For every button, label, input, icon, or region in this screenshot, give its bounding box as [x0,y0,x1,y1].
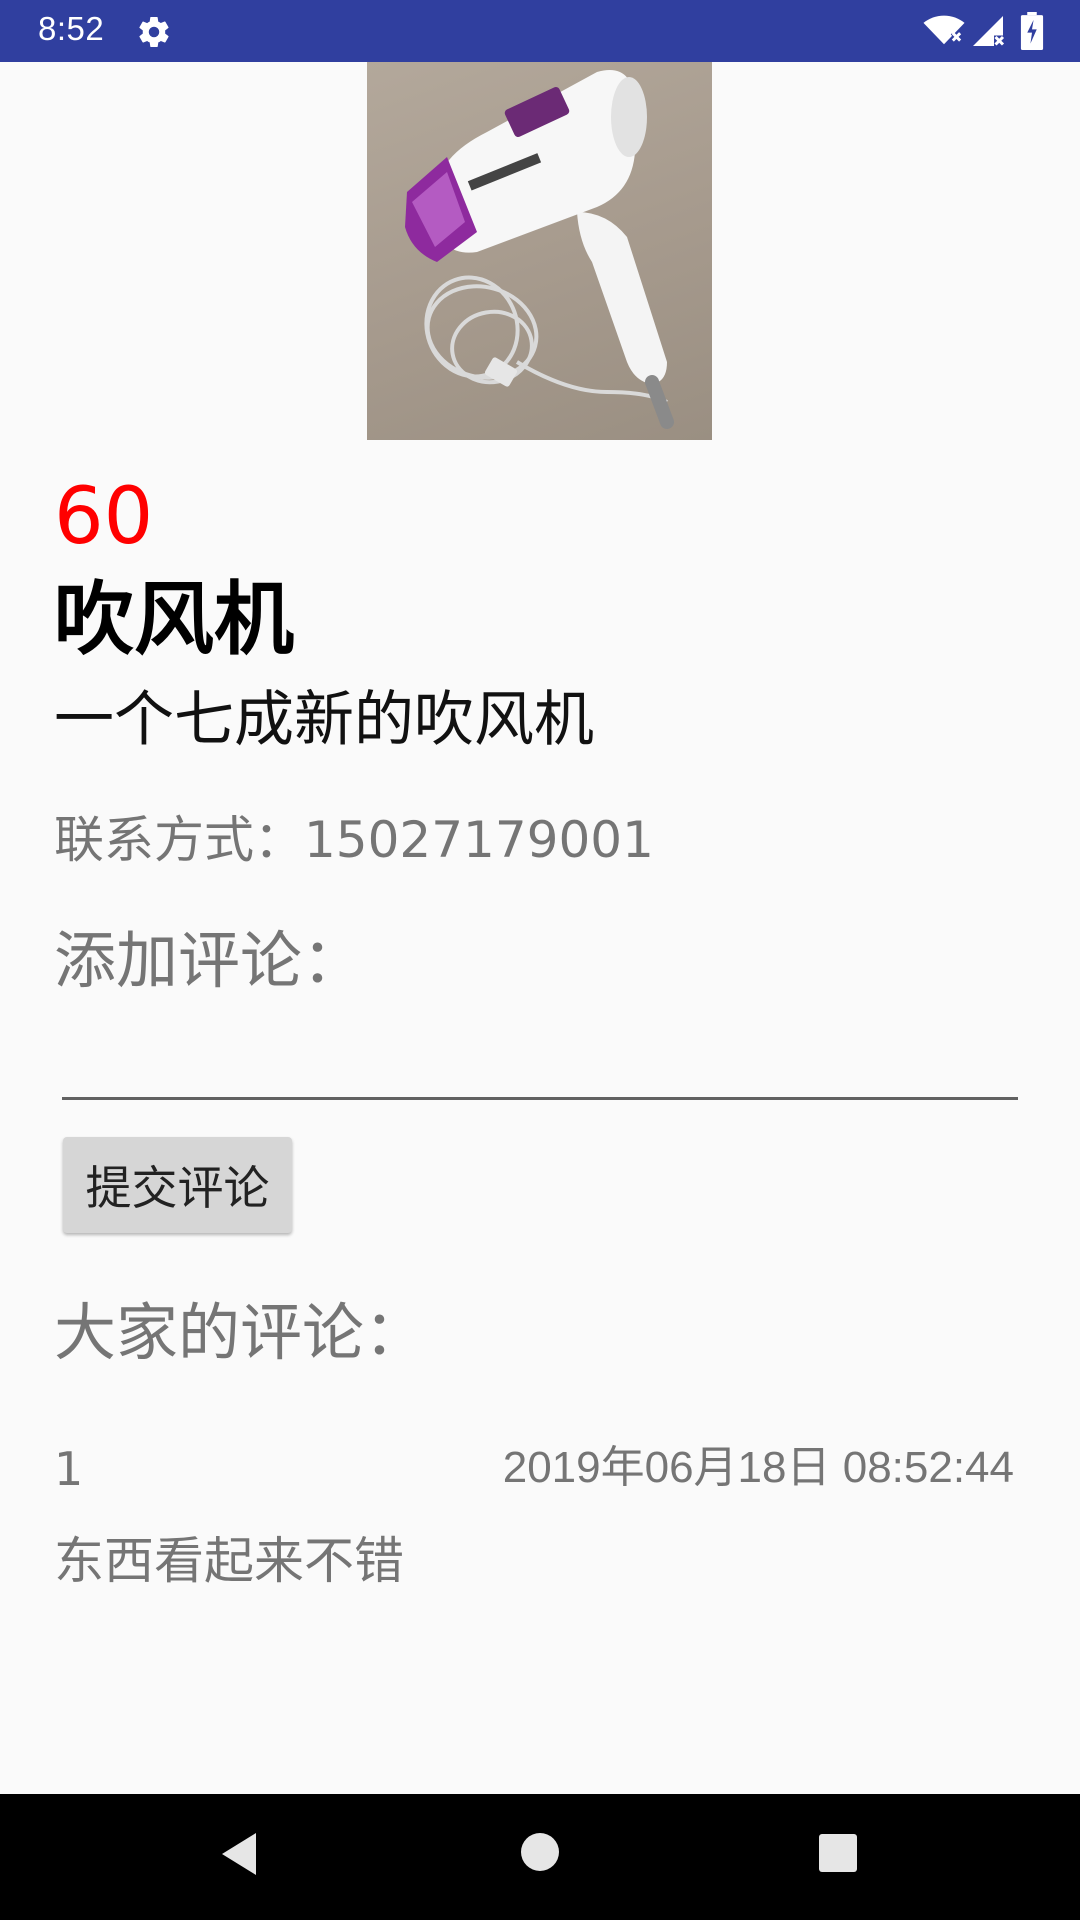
comment-timestamp: 2019年06月18日 08:52:44 [502,1443,1014,1492]
home-icon[interactable] [519,1831,561,1873]
comments-heading: 大家的评论： [54,1296,427,1369]
navigation-bar [0,1794,1080,1920]
comment-text: 东西看起来不错 [54,1532,404,1590]
product-description: 一个七成新的吹风机 [54,685,594,755]
signal-icon [973,16,1005,46]
gear-icon [139,17,169,48]
battery-icon [1020,12,1044,50]
status-bar: 8:52 [0,0,1080,62]
contact-info: 联系方式：15027179001 [54,811,654,869]
comment-user: 1 [54,1442,84,1496]
recents-icon[interactable] [817,1832,859,1874]
status-time: 8:52 [38,10,105,47]
comment-input[interactable] [62,1020,1018,1100]
product-name: 吹风机 [54,573,294,666]
submit-comment-button[interactable]: 提交评论 [63,1137,292,1233]
wifi-icon [923,15,965,45]
product-image [367,62,712,440]
hair-dryer-photo [405,70,674,429]
add-comment-label: 添加评论： [54,924,365,997]
product-price: 60 [54,472,154,562]
back-icon[interactable] [216,1829,260,1879]
